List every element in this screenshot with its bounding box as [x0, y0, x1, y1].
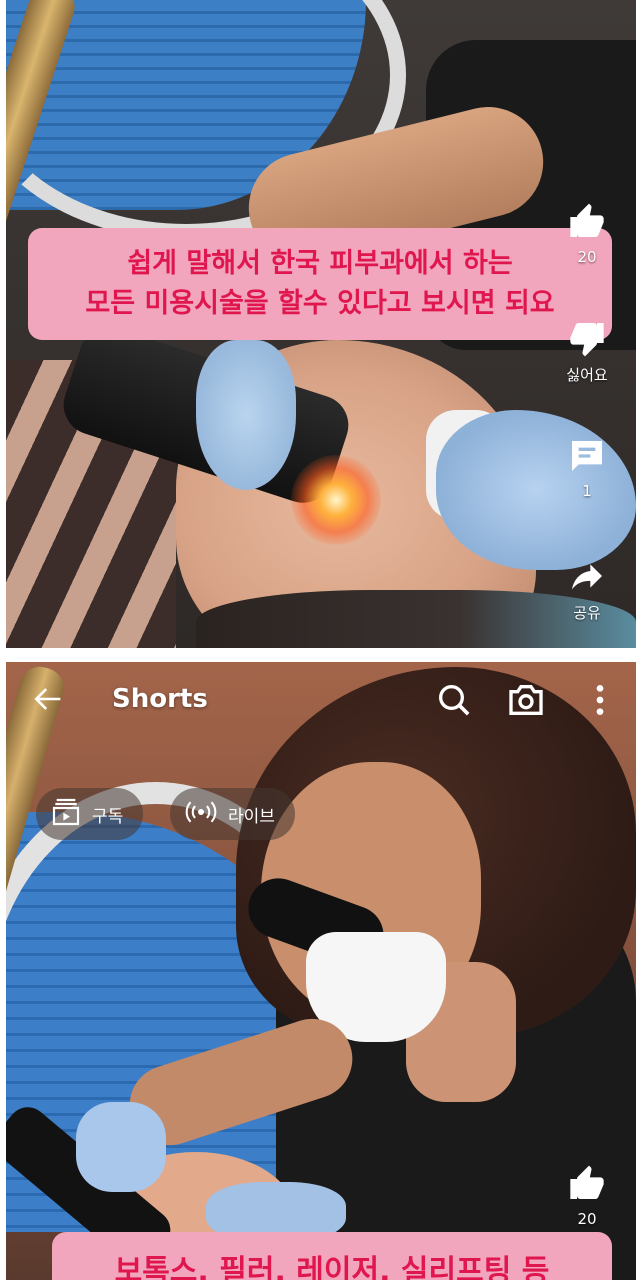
- thumbs-up-icon: [565, 1162, 609, 1206]
- gloved-hand: [76, 1102, 166, 1192]
- thumbs-up-icon: [565, 200, 609, 244]
- comment-button[interactable]: 1: [552, 434, 622, 500]
- chip-live[interactable]: 라이브: [170, 788, 295, 840]
- thumbs-down-icon: [565, 316, 609, 360]
- video-caption: 보톡스, 필러, 레이저, 실리프팅 등: [52, 1232, 612, 1280]
- chip-label: 구독: [92, 806, 124, 827]
- shorts-top-bar: Shorts: [6, 662, 636, 742]
- share-icon: [565, 554, 609, 598]
- chip-subscriptions[interactable]: 구독: [36, 788, 144, 840]
- caption-line-1: 보톡스, 필러, 레이저, 실리프팅 등: [114, 1254, 550, 1280]
- laser-light: [291, 455, 381, 545]
- camera-icon[interactable]: [506, 680, 546, 720]
- video-frame-bottom[interactable]: Shorts 구독 라이브 20 보톡스, 필러, 레이저, 실리프팅 등: [6, 662, 636, 1280]
- dislike-button[interactable]: 싫어요: [552, 316, 622, 385]
- more-vert-icon[interactable]: [580, 680, 620, 720]
- live-icon: [184, 796, 218, 832]
- like-button[interactable]: 20: [552, 1162, 622, 1228]
- back-arrow-icon[interactable]: [32, 682, 66, 716]
- search-icon[interactable]: [434, 680, 474, 720]
- video-frame-top[interactable]: 쉽게 말해서 한국 피부과에서 하는 모든 미용시술을 할수 있다고 보시면 되…: [6, 0, 636, 648]
- chip-label: 라이브: [228, 806, 275, 827]
- gloved-hand: [196, 340, 296, 490]
- comment-icon: [565, 434, 609, 478]
- comment-count: 1: [582, 482, 592, 500]
- like-button[interactable]: 20: [552, 200, 622, 266]
- like-count: 20: [577, 1210, 597, 1228]
- caption-line-1: 쉽게 말해서 한국 피부과에서 하는: [127, 248, 513, 279]
- share-button[interactable]: 공유: [552, 554, 622, 623]
- page-title: Shorts: [112, 684, 208, 714]
- like-count: 20: [577, 248, 597, 266]
- video-caption: 쉽게 말해서 한국 피부과에서 하는 모든 미용시술을 할수 있다고 보시면 되…: [28, 228, 612, 340]
- dislike-label: 싫어요: [566, 366, 608, 384]
- share-label: 공유: [573, 604, 601, 622]
- subscriptions-icon: [50, 796, 82, 832]
- caption-line-2: 모든 미용시술을 할수 있다고 보시면 되요: [85, 288, 555, 319]
